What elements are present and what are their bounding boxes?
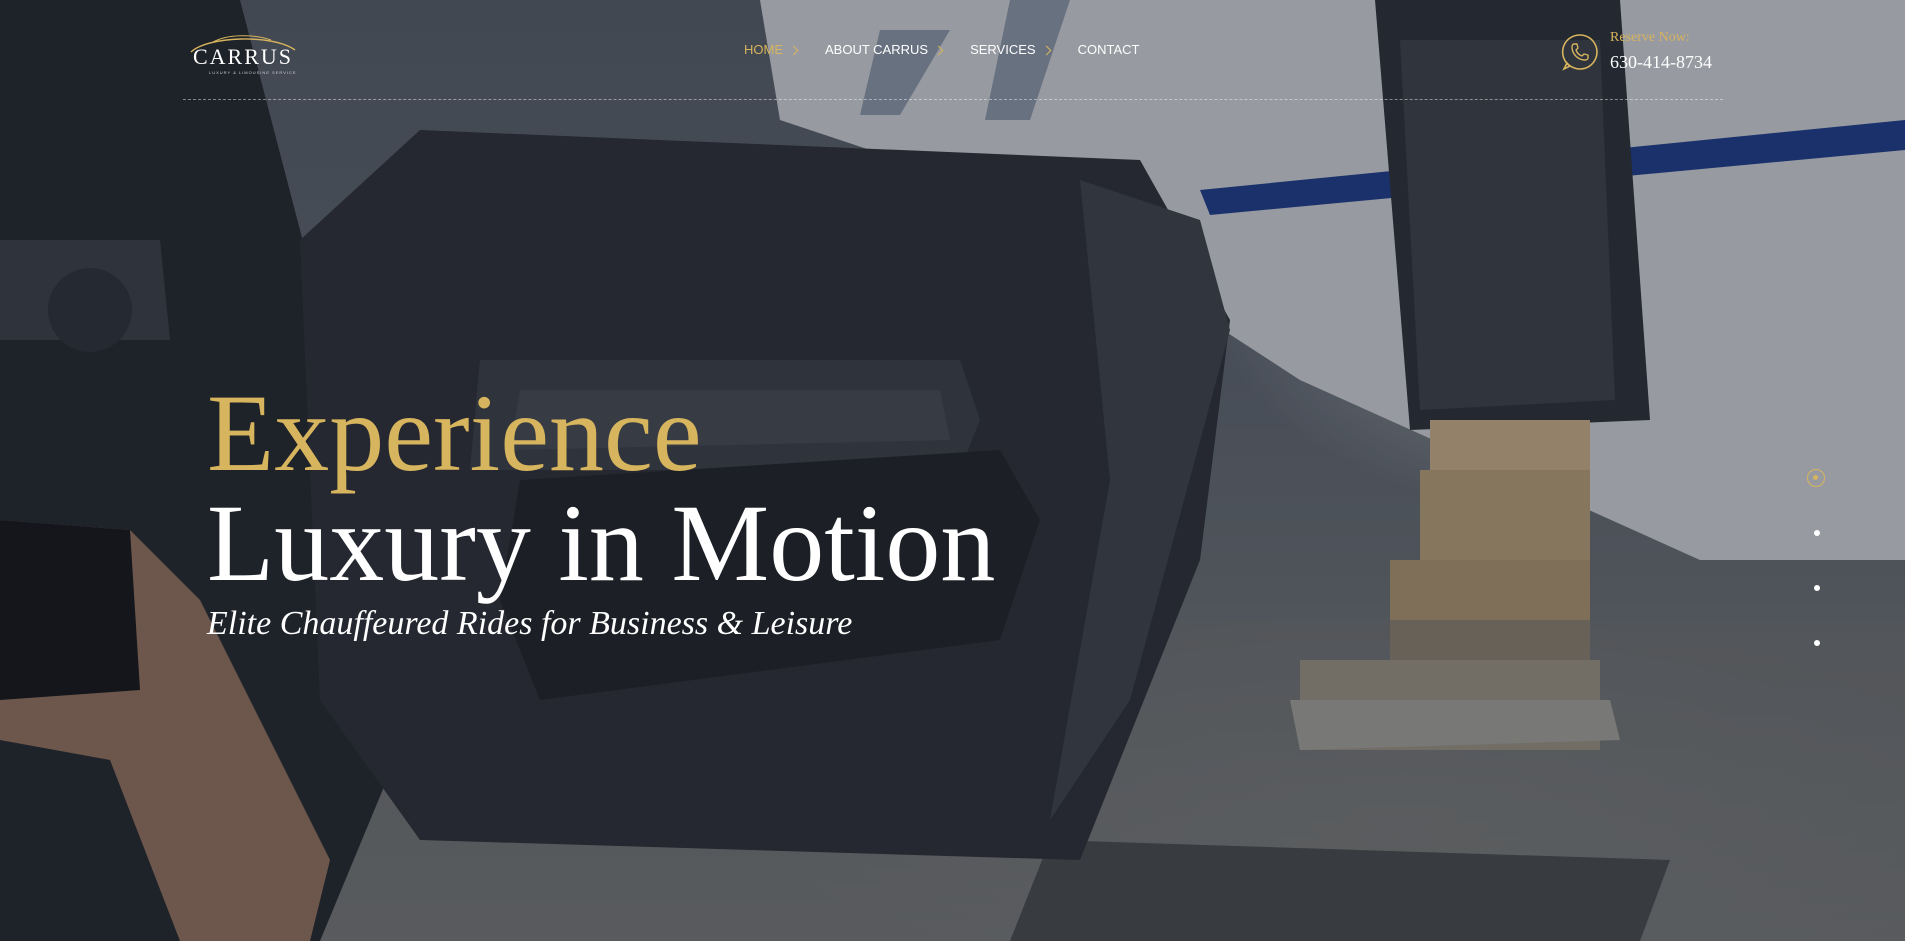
hero-headline-accent: Experience bbox=[207, 372, 702, 494]
hero-section: CARRUS LUXURY & LIMOUSINE SERVICE HOME A… bbox=[0, 0, 1905, 941]
main-nav: HOME ABOUT CARRUS SERVICES CONTACT bbox=[744, 42, 1167, 57]
chevron-right-icon bbox=[933, 45, 944, 55]
logo-tagline: LUXURY & LIMOUSINE SERVICE bbox=[209, 70, 297, 75]
nav-item-services[interactable]: SERVICES bbox=[970, 42, 1052, 57]
nav-item-label: SERVICES bbox=[970, 42, 1036, 57]
phone-icon bbox=[1561, 33, 1598, 71]
slider-dot[interactable] bbox=[1814, 640, 1820, 646]
logo[interactable]: CARRUS LUXURY & LIMOUSINE SERVICE bbox=[183, 28, 303, 76]
logo-text: CARRUS bbox=[193, 44, 294, 69]
slider-dot-active[interactable] bbox=[1807, 469, 1825, 487]
nav-item-label: HOME bbox=[744, 42, 783, 57]
nav-item-label: CONTACT bbox=[1077, 42, 1140, 57]
reserve-phone-link[interactable]: Reserve Now: 630-414-8734 bbox=[1560, 30, 1712, 73]
chevron-right-icon bbox=[788, 45, 799, 55]
reserve-phone-number: 630-414-8734 bbox=[1610, 52, 1712, 72]
nav-item-label: ABOUT CARRUS bbox=[825, 42, 929, 57]
chevron-right-icon bbox=[1041, 45, 1052, 55]
nav-item-about[interactable]: ABOUT CARRUS bbox=[825, 42, 944, 57]
nav-item-contact[interactable]: CONTACT bbox=[1078, 42, 1140, 57]
slider-dot[interactable] bbox=[1814, 530, 1820, 536]
slider-dot[interactable] bbox=[1814, 585, 1820, 591]
reserve-text: Reserve Now: 630-414-8734 bbox=[1610, 30, 1712, 73]
reserve-label: Reserve Now: bbox=[1610, 30, 1690, 45]
nav-item-home[interactable]: HOME bbox=[744, 42, 799, 57]
hero-headline-main: Luxury in Motion bbox=[207, 482, 996, 604]
hero-subheadline: Elite Chauffeured Rides for Business & L… bbox=[207, 605, 853, 642]
header-divider bbox=[183, 99, 1723, 100]
